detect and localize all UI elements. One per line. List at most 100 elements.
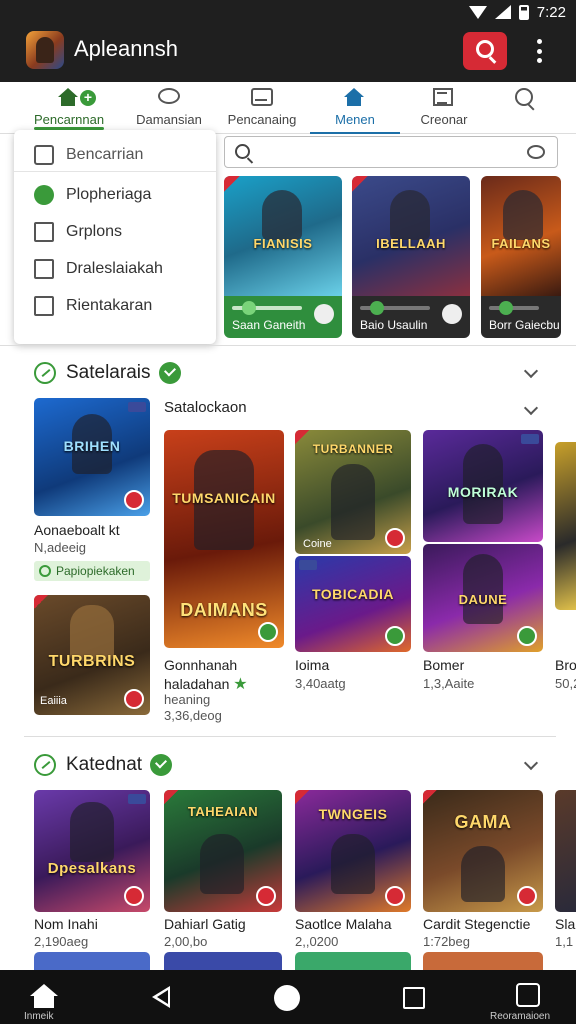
card-icon	[251, 88, 273, 108]
tab-pencanaing[interactable]: Pencanaing	[218, 82, 306, 134]
slider-knob[interactable]	[370, 301, 384, 315]
game-tile-caption: Eaiiia	[40, 695, 67, 707]
menu-item[interactable]: Draleslaiakah	[14, 254, 216, 284]
menu-item-label: Plopheriaga	[66, 186, 152, 203]
game-tile[interactable]: DAUNE	[423, 544, 543, 652]
badge-icon	[256, 886, 276, 906]
menu-item[interactable]: Grplons	[14, 217, 216, 247]
badge-icon	[124, 490, 144, 510]
game-meta: 3,40aatg	[295, 676, 346, 691]
game-tile[interactable]: TAHEAIAN	[164, 790, 282, 912]
game-tile[interactable]: TURBANNER Coine	[295, 430, 411, 554]
signal-icon	[494, 5, 511, 19]
featured-card-label: Baio Usaulin	[360, 318, 428, 332]
info-icon	[39, 565, 51, 577]
nav-refresh-button[interactable]: Reoramaioen	[486, 970, 574, 1024]
tab-search[interactable]	[500, 82, 552, 134]
nav-home-label: Inmeik	[24, 1011, 54, 1022]
nav-home-button[interactable]: Inmeik	[0, 970, 90, 1024]
game-tile[interactable]: Dpesalkans	[34, 790, 150, 912]
status-badge-label: Papiopiekaken	[56, 564, 135, 578]
game-meta: 2,,0200	[295, 934, 339, 949]
section-header: Satelarais	[34, 360, 181, 386]
app-logo-icon[interactable]	[26, 31, 64, 69]
game-tile-title: TAHEAIAN	[187, 804, 259, 819]
featured-card-label: Borr Gaiecbu	[489, 318, 560, 332]
chat-bubble-icon[interactable]	[527, 145, 545, 159]
game-tile[interactable]: TOBICADIA	[295, 556, 411, 652]
game-tile-title: MORIRAK	[447, 484, 519, 500]
game-tile[interactable]	[555, 442, 576, 610]
menu-header[interactable]: Bencarrian	[14, 138, 216, 172]
game-tile[interactable]	[295, 952, 411, 970]
tab-label: Damansian	[136, 112, 202, 127]
game-tile[interactable]: TWNGEIS	[295, 790, 411, 912]
tab-creonar[interactable]: Creonar	[404, 82, 484, 134]
menu-header-label: Bencarrian	[66, 145, 144, 163]
game-tile-poster-title: DAIMANS	[180, 600, 268, 620]
menu-item[interactable]: Plopheriaga	[14, 180, 216, 210]
search-field[interactable]	[224, 136, 558, 168]
badge-icon	[517, 626, 537, 646]
nav-home-circle-button[interactable]	[262, 970, 312, 1024]
game-meta: heaning	[164, 692, 211, 707]
tab-bar: + Pencarnnan Damansian Pencanaing Menen …	[0, 82, 576, 134]
leaf-icon	[34, 185, 54, 205]
game-tile[interactable]	[555, 790, 576, 912]
featured-card[interactable]: IBELLAAH Baio Usaulin	[352, 176, 470, 338]
game-tile-title: TUMSANICAIN	[172, 490, 276, 506]
menu-item-label: Draleslaiakah	[66, 260, 163, 277]
chevron-down-icon[interactable]	[524, 366, 540, 376]
star-icon: ★	[233, 676, 248, 693]
game-meta: N,adeeig	[34, 540, 87, 555]
checklist-icon	[34, 259, 54, 279]
featured-card[interactable]: FAILANS Borr Gaiecbu	[481, 176, 561, 338]
tab-damansian[interactable]: Damansian	[126, 82, 212, 134]
slider-knob[interactable]	[499, 301, 513, 315]
featured-card-bar: Borr Gaiecbu	[481, 296, 561, 338]
game-name: Cardit Stegenctie	[423, 916, 531, 932]
game-name: Aonaeboalt kt	[34, 522, 120, 538]
chevron-down-icon[interactable]	[524, 403, 540, 413]
compass-icon	[34, 362, 56, 384]
game-tile-title: BRIHEN	[63, 438, 121, 454]
featured-card[interactable]: FIANISIS Saan Ganeith	[224, 176, 342, 338]
game-tile-title: TURBRINS	[48, 653, 136, 670]
slider-knob[interactable]	[242, 301, 256, 315]
divider	[24, 736, 556, 737]
checkbox-icon	[34, 144, 54, 165]
game-tile[interactable]	[34, 952, 150, 970]
game-meta: 1,1	[555, 934, 574, 949]
game-tile[interactable]: GAMA	[423, 790, 543, 912]
game-tile[interactable]: TURBRINS Eaiiia	[34, 595, 150, 715]
search-input[interactable]	[259, 137, 519, 167]
verified-icon	[150, 754, 173, 776]
search-icon	[515, 88, 537, 108]
game-name-2: haladahan ★	[164, 674, 248, 694]
app-bar: 7:22 Apleannsh	[0, 0, 576, 82]
nav-recents-button[interactable]	[390, 970, 440, 1024]
game-tile[interactable]: MORIRAK	[423, 430, 543, 542]
game-tile[interactable]	[164, 952, 282, 970]
game-tile[interactable]: TUMSANICAIN DAIMANS	[164, 430, 284, 648]
home-plus-icon: +	[58, 88, 96, 108]
more-options-icon[interactable]	[535, 39, 543, 63]
search-button[interactable]	[463, 32, 507, 70]
nav-back-button[interactable]	[140, 970, 190, 1024]
game-tile-title: TURBANNER	[312, 442, 394, 456]
bottom-navigation: Inmeik Reoramaioen	[0, 970, 576, 1024]
game-tile-title: Dpesalkans	[47, 860, 137, 877]
tab-pencarnnan[interactable]: + Pencarnnan	[24, 82, 114, 134]
game-tile[interactable]: BRIHEN	[34, 398, 150, 516]
circle-button[interactable]	[314, 304, 334, 324]
menu-item[interactable]: Rientakaran	[14, 291, 216, 321]
status-bar: 7:22	[468, 2, 566, 22]
chevron-down-icon[interactable]	[524, 758, 540, 768]
menu-item-label: Rientakaran	[66, 297, 153, 314]
nav-refresh-label: Reoramaioen	[490, 1011, 551, 1022]
tab-menen[interactable]: Menen	[310, 82, 400, 134]
game-tile[interactable]	[423, 952, 543, 970]
game-tile-caption: Coine	[303, 538, 332, 550]
circle-button[interactable]	[442, 304, 462, 324]
app-title: Apleannsh	[74, 36, 178, 61]
